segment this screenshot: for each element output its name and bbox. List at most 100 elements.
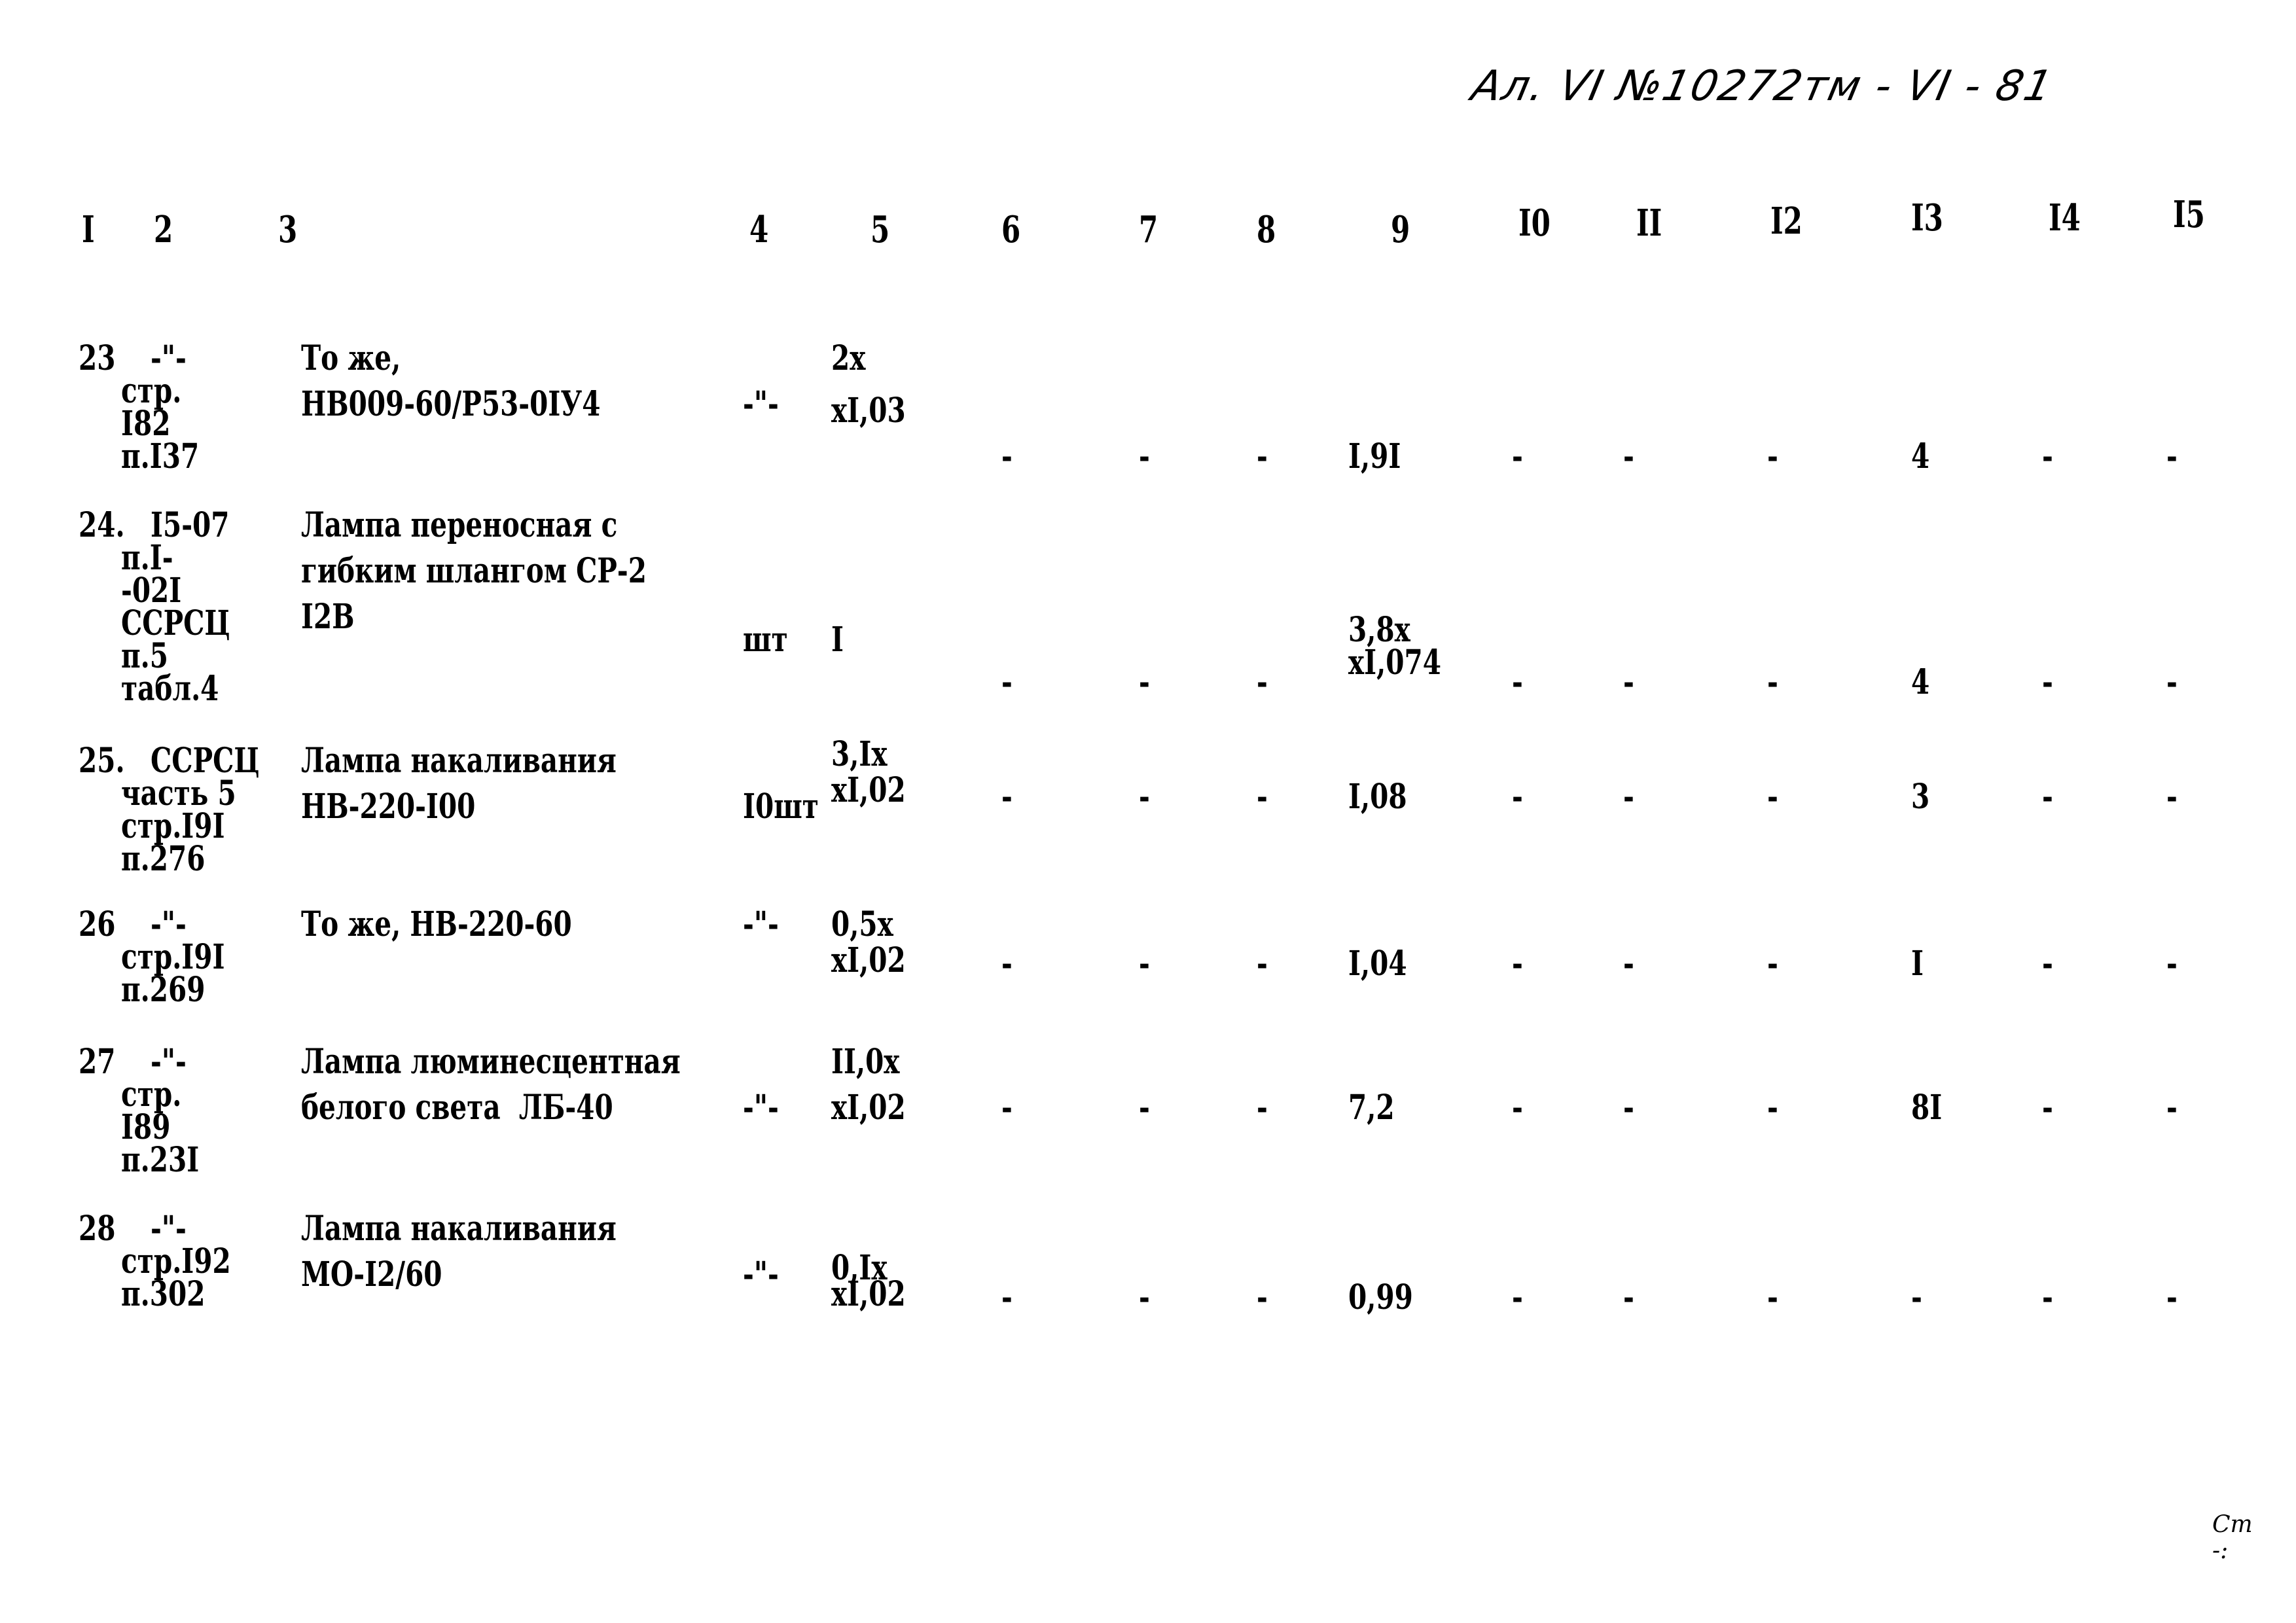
cell-col-6: - <box>1001 944 1013 984</box>
cell-col-6: - <box>1001 777 1013 817</box>
cell-col-12: - <box>1767 662 1778 702</box>
column-header-8: 8 <box>1257 208 1276 251</box>
row-quantity: 3,Iх <box>831 734 888 774</box>
row-number: 26 <box>79 904 116 944</box>
cell-col-13: 4 <box>1911 662 1930 702</box>
cell-col-12: - <box>1767 777 1778 817</box>
column-header-12: I2 <box>1770 200 1803 243</box>
cell-col-10: - <box>1512 1088 1523 1128</box>
row-description: Лампа люминесцентная <box>301 1042 681 1082</box>
row-number: 27 <box>79 1042 116 1082</box>
cell-col-14: - <box>2042 662 2053 702</box>
row-number: 23 <box>79 338 116 378</box>
cell-col-9: 7,2 <box>1348 1088 1395 1128</box>
row-unit: шт <box>743 620 788 660</box>
column-header-14: I4 <box>2049 196 2081 240</box>
cell-col-6: - <box>1001 1088 1013 1128</box>
row-unit: -"- <box>743 1088 779 1128</box>
row-unit: -"- <box>743 904 779 944</box>
row-description: То же, <box>301 338 401 378</box>
row-description: То же, НВ-220-60 <box>301 904 572 944</box>
cell-col-9: I,04 <box>1348 944 1407 984</box>
document-stamp: Ал. VI №10272тм - VI - 81 <box>1467 62 2058 111</box>
row-reference: п.I37 <box>121 437 200 476</box>
row-unit: -"- <box>743 1255 779 1294</box>
row-description: I2В <box>301 597 355 637</box>
row-description: Лампа переносная с <box>301 505 618 545</box>
row-description: НВ-220-I00 <box>301 787 476 827</box>
cell-col-13: 8I <box>1911 1088 1943 1128</box>
column-header-3: 3 <box>278 208 298 251</box>
row-quantity: хI,02 <box>831 770 906 810</box>
cell-col-10: - <box>1512 1277 1523 1317</box>
cell-col-7: - <box>1139 662 1150 702</box>
cell-col-12: - <box>1767 1277 1778 1317</box>
cell-col-7: - <box>1139 1277 1150 1317</box>
cell-col-8: - <box>1257 437 1268 476</box>
corner-mark: Ст -: <box>2212 1512 2253 1564</box>
cell-col-13: 3 <box>1911 777 1930 817</box>
row-reference: п.302 <box>121 1274 206 1314</box>
row-reference: п.269 <box>121 970 206 1010</box>
cell-col-12: - <box>1767 437 1778 476</box>
cell-col-10: - <box>1512 777 1523 817</box>
row-quantity: 0,5х <box>831 904 893 944</box>
cell-col-14: - <box>2042 1088 2053 1128</box>
column-header-4: 4 <box>749 208 769 251</box>
cell-col-14: - <box>2042 437 2053 476</box>
cell-col-9: I,08 <box>1348 777 1407 817</box>
cell-col-7: - <box>1139 777 1150 817</box>
column-header-11: II <box>1636 202 1662 245</box>
row-description: НВ009-60/Р53-0IУ4 <box>301 384 601 424</box>
column-header-13: I3 <box>1911 196 1943 240</box>
row-description: гибким шлангом СР-2 <box>301 551 647 591</box>
row-unit: -"- <box>743 384 779 424</box>
corner-mark-line: Ст <box>2212 1511 2253 1538</box>
cell-col-13: - <box>1911 1277 1922 1317</box>
column-header-10: I0 <box>1518 202 1551 245</box>
row-description: Лампа накаливания <box>301 741 617 781</box>
cell-col-8: - <box>1257 777 1268 817</box>
cell-col-15: - <box>2166 777 2178 817</box>
cell-col-6: - <box>1001 662 1013 702</box>
cell-col-14: - <box>2042 1277 2053 1317</box>
cell-col-9: 0,99 <box>1348 1277 1413 1317</box>
cell-col-9: хI,074 <box>1348 643 1441 683</box>
cell-col-15: - <box>2166 662 2178 702</box>
row-reference: п.23I <box>121 1140 200 1180</box>
cell-col-14: - <box>2042 944 2053 984</box>
row-quantity: II,0х <box>831 1042 900 1082</box>
cell-col-15: - <box>2166 1088 2178 1128</box>
cell-col-11: - <box>1623 1088 1634 1128</box>
cell-col-10: - <box>1512 437 1523 476</box>
cell-col-8: - <box>1257 944 1268 984</box>
cell-col-15: - <box>2166 437 2178 476</box>
cell-col-6: - <box>1001 1277 1013 1317</box>
row-quantity: хI,03 <box>831 391 906 431</box>
column-header-2: 2 <box>154 208 173 251</box>
cell-col-7: - <box>1139 1088 1150 1128</box>
cell-col-15: - <box>2166 944 2178 984</box>
cell-col-6: - <box>1001 437 1013 476</box>
row-number: 24. <box>79 505 125 545</box>
cell-col-8: - <box>1257 1088 1268 1128</box>
row-reference: табл.4 <box>121 669 219 709</box>
column-header-1: I <box>82 208 95 251</box>
row-quantity: I <box>831 620 844 660</box>
column-header-5: 5 <box>870 208 890 251</box>
row-description: белого света ЛБ-40 <box>301 1088 613 1128</box>
cell-col-7: - <box>1139 437 1150 476</box>
cell-col-11: - <box>1623 777 1634 817</box>
cell-col-8: - <box>1257 662 1268 702</box>
cell-col-8: - <box>1257 1277 1268 1317</box>
cell-col-12: - <box>1767 1088 1778 1128</box>
row-quantity: хI,02 <box>831 1274 906 1314</box>
column-header-9: 9 <box>1391 208 1410 251</box>
row-number: 25. <box>79 741 125 781</box>
cell-col-11: - <box>1623 437 1634 476</box>
cell-col-10: - <box>1512 944 1523 984</box>
corner-mark-line: -: <box>2212 1537 2229 1564</box>
cell-col-11: - <box>1623 1277 1634 1317</box>
column-header-6: 6 <box>1001 208 1021 251</box>
cell-col-14: - <box>2042 777 2053 817</box>
